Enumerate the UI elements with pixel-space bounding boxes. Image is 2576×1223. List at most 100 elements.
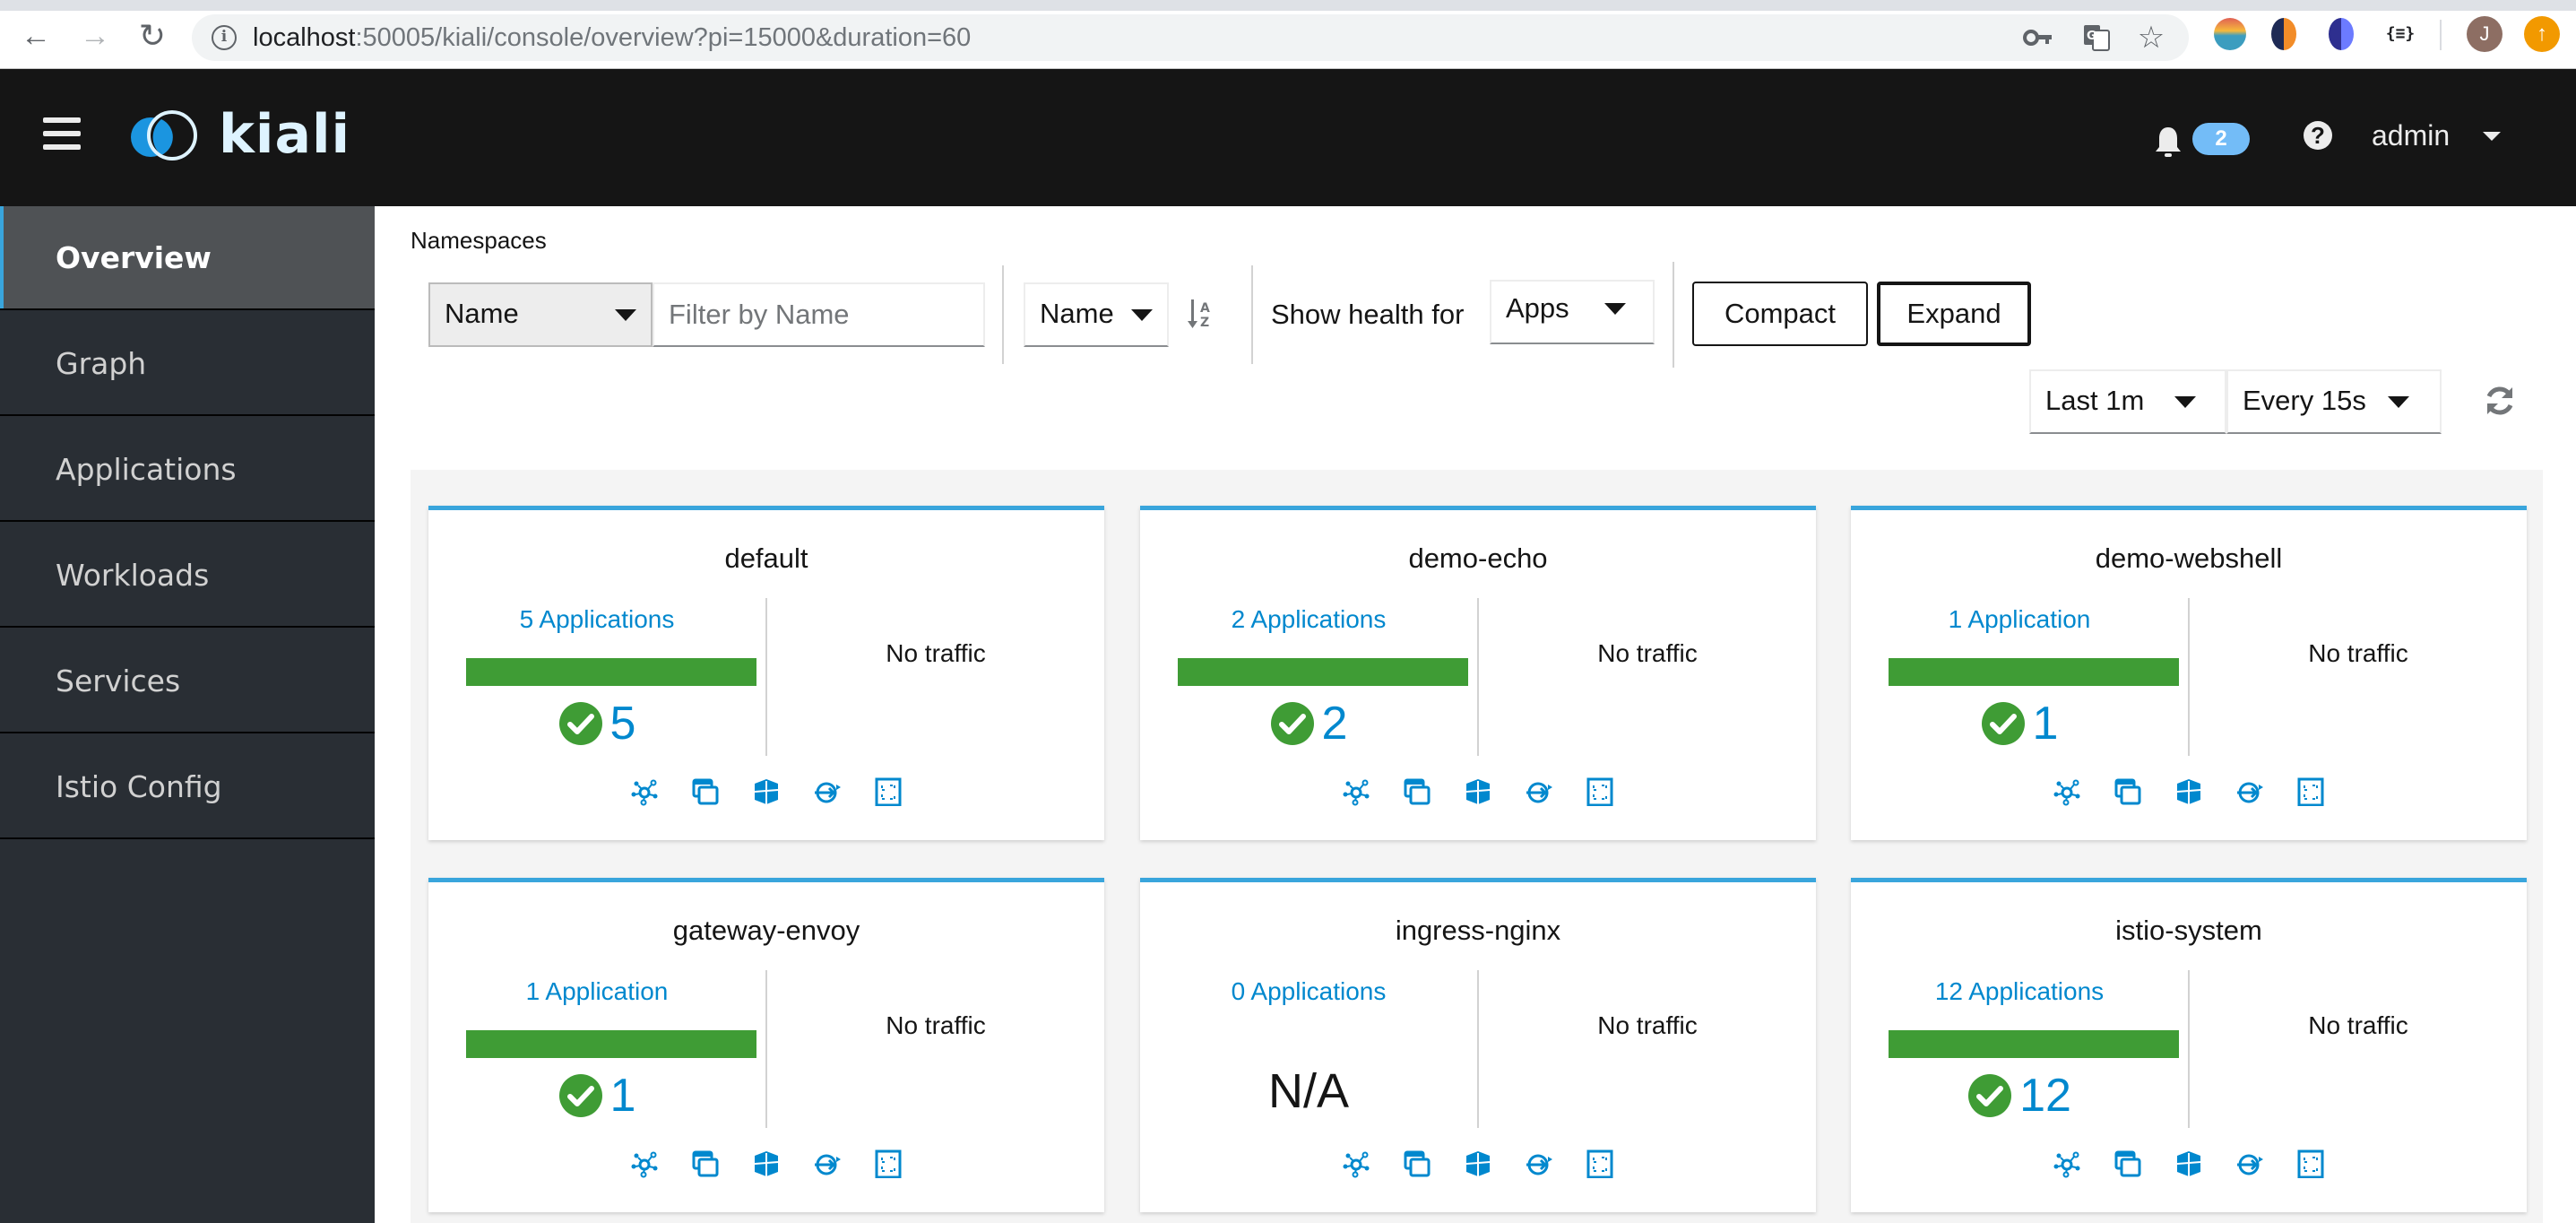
help-icon[interactable]: ? xyxy=(2304,121,2332,150)
istio-config-icon[interactable] xyxy=(2296,1149,2325,1179)
back-icon[interactable]: ← xyxy=(16,18,56,54)
services-icon[interactable] xyxy=(813,777,842,806)
user-menu[interactable]: admin xyxy=(2372,117,2450,153)
update-icon[interactable]: ↑ xyxy=(2524,16,2560,52)
hamburger-menu-icon[interactable] xyxy=(43,117,82,153)
health-bar-fill xyxy=(466,658,756,686)
applications-icon[interactable] xyxy=(691,777,720,806)
istio-config-icon[interactable] xyxy=(1586,1149,1614,1179)
applications-icon[interactable] xyxy=(1403,1149,1431,1178)
services-icon[interactable] xyxy=(813,1149,842,1178)
address-bar[interactable]: i localhost:50005/kiali/console/overview… xyxy=(192,14,2189,61)
workloads-icon[interactable] xyxy=(2174,777,2203,806)
url-text[interactable]: localhost:50005/kiali/console/overview?p… xyxy=(253,22,971,53)
health-bar-fill xyxy=(1889,1030,2179,1058)
filter-type-select[interactable]: Name xyxy=(428,282,653,347)
refresh-interval-select[interactable]: Every 15s xyxy=(2226,369,2442,434)
workloads-icon[interactable] xyxy=(1464,777,1492,806)
topology-icon[interactable] xyxy=(2053,777,2081,806)
key-icon[interactable] xyxy=(2020,22,2056,54)
services-icon[interactable] xyxy=(2235,1149,2264,1178)
card-links xyxy=(1140,1149,1816,1182)
sidebar-nav: Overview Graph Applications Workloads Se… xyxy=(0,206,375,1223)
health-status[interactable]: 1 xyxy=(1851,697,2188,750)
namespace-name[interactable]: demo-webshell xyxy=(1851,541,2527,577)
card-divider xyxy=(2188,598,2190,756)
bookmark-star-icon[interactable]: ☆ xyxy=(2133,22,2169,54)
check-circle-icon xyxy=(1981,702,2025,745)
applications-count-link[interactable]: 1 Application xyxy=(428,976,765,1008)
applications-count-link[interactable]: 1 Application xyxy=(1851,603,2188,636)
namespace-name[interactable]: demo-echo xyxy=(1140,541,1816,577)
services-icon[interactable] xyxy=(2235,777,2264,806)
namespace-card-ingress-nginx: ingress-nginx 0 Applications N/A No traf… xyxy=(1140,878,1816,1212)
check-circle-icon xyxy=(1270,702,1314,745)
card-divider xyxy=(2188,970,2190,1128)
sidebar-item-graph[interactable]: Graph xyxy=(0,312,375,416)
applications-icon[interactable] xyxy=(2114,777,2142,806)
health-bar xyxy=(1889,1030,2179,1058)
time-range-select[interactable]: Last 1m xyxy=(2029,369,2226,434)
services-icon[interactable] xyxy=(1525,1149,1553,1178)
namespace-card-demo-echo: demo-echo 2 Applications 2 No traffic xyxy=(1140,506,1816,840)
sidebar-item-istio-config[interactable]: Istio Config xyxy=(0,735,375,839)
istio-config-icon[interactable] xyxy=(874,1149,903,1179)
health-type-select[interactable]: Apps xyxy=(1490,280,1655,344)
reload-icon[interactable]: ↻ xyxy=(133,18,172,54)
filter-by-name-input[interactable] xyxy=(653,282,985,347)
browser-toolbar: ← → ↻ i localhost:50005/kiali/console/ov… xyxy=(0,0,2576,69)
notification-badge[interactable]: 2 xyxy=(2192,123,2250,155)
namespace-name[interactable]: ingress-nginx xyxy=(1140,913,1816,949)
applications-count-link[interactable]: 12 Applications xyxy=(1851,976,2188,1008)
applications-count-link[interactable]: 0 Applications xyxy=(1140,976,1477,1008)
translate-icon[interactable]: G xyxy=(2079,22,2115,54)
topology-icon[interactable] xyxy=(1342,777,1370,806)
namespace-name[interactable]: gateway-envoy xyxy=(428,913,1104,949)
profile-avatar[interactable]: J xyxy=(2467,16,2503,52)
extension-s-blue-icon[interactable] xyxy=(2329,18,2354,50)
health-status[interactable]: 5 xyxy=(428,697,765,750)
istio-config-icon[interactable] xyxy=(2296,777,2325,807)
refresh-icon[interactable] xyxy=(2483,384,2517,418)
topology-icon[interactable] xyxy=(2053,1149,2081,1178)
extension-s-orange-icon[interactable] xyxy=(2271,18,2296,50)
istio-config-icon[interactable] xyxy=(1586,777,1614,807)
sidebar-item-services[interactable]: Services xyxy=(0,629,375,733)
expand-button[interactable]: Expand xyxy=(1877,282,2031,346)
topology-icon[interactable] xyxy=(1342,1149,1370,1178)
traffic-status: No traffic xyxy=(1597,1011,1698,1039)
sidebar-item-applications[interactable]: Applications xyxy=(0,418,375,522)
extension-salad-icon[interactable] xyxy=(2214,18,2246,50)
forward-icon[interactable]: → xyxy=(75,18,115,54)
health-status[interactable]: 2 xyxy=(1140,697,1477,750)
workloads-icon[interactable] xyxy=(1464,1149,1492,1178)
compact-button[interactable]: Compact xyxy=(1692,282,1868,346)
caret-down-icon[interactable] xyxy=(2483,132,2501,141)
health-status[interactable]: 12 xyxy=(1851,1069,2188,1123)
applications-icon[interactable] xyxy=(1403,777,1431,806)
sidebar-item-workloads[interactable]: Workloads xyxy=(0,524,375,628)
card-links xyxy=(428,777,1104,810)
applications-icon[interactable] xyxy=(2114,1149,2142,1178)
workloads-icon[interactable] xyxy=(2174,1149,2203,1178)
applications-icon[interactable] xyxy=(691,1149,720,1178)
health-status[interactable]: 1 xyxy=(428,1069,765,1123)
topology-icon[interactable] xyxy=(630,1149,659,1178)
istio-config-icon[interactable] xyxy=(874,777,903,807)
sort-ascending-icon[interactable]: A Z xyxy=(1187,296,1214,332)
workloads-icon[interactable] xyxy=(752,777,781,806)
bell-icon[interactable] xyxy=(2155,126,2182,158)
healthy-count: 2 xyxy=(1321,698,1348,750)
sidebar-item-overview[interactable]: Overview xyxy=(0,206,375,310)
applications-count-link[interactable]: 5 Applications xyxy=(428,603,765,636)
sort-field-select[interactable]: Name xyxy=(1024,282,1169,347)
namespace-name[interactable]: istio-system xyxy=(1851,913,2527,949)
topology-icon[interactable] xyxy=(630,777,659,806)
site-info-icon[interactable]: i xyxy=(212,25,237,50)
workloads-icon[interactable] xyxy=(752,1149,781,1178)
applications-count-link[interactable]: 2 Applications xyxy=(1140,603,1477,636)
kiali-logo[interactable]: kiali xyxy=(125,103,350,169)
namespace-name[interactable]: default xyxy=(428,541,1104,577)
extension-json-icon[interactable]: {≡} xyxy=(2384,18,2416,50)
services-icon[interactable] xyxy=(1525,777,1553,806)
